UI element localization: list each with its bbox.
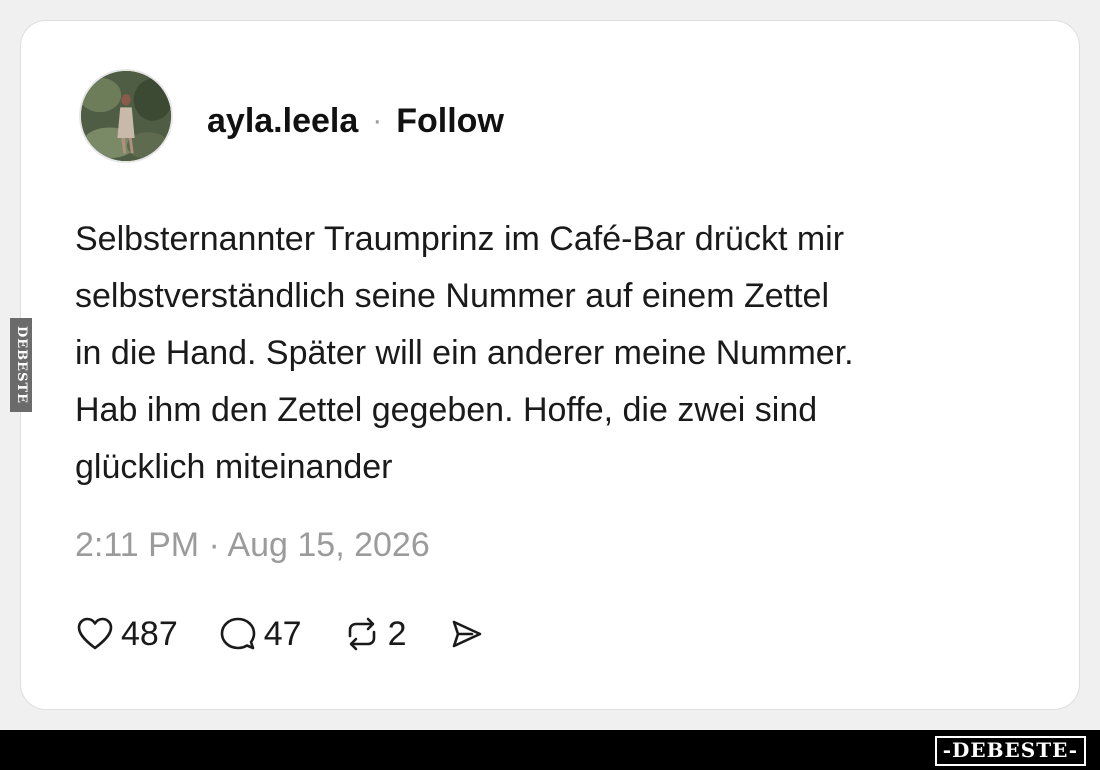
heart-icon bbox=[77, 617, 113, 650]
post-body: Selbsternannter Traumprinz im Café-Bar d… bbox=[75, 220, 854, 486]
bottom-bar: -DEBESTE- bbox=[0, 730, 1100, 770]
repost-icon bbox=[348, 617, 375, 651]
action-bar: 487 47 2 bbox=[75, 611, 526, 657]
post-card: ayla.leela · Follow Selbsternannter Trau… bbox=[20, 20, 1080, 710]
watermark-logo: -DEBESTE- bbox=[934, 736, 1086, 766]
repost-button[interactable]: 2 bbox=[342, 614, 407, 654]
like-count: 487 bbox=[121, 614, 178, 653]
post-timestamp: 2:11 PM · Aug 15, 2026 bbox=[75, 526, 430, 564]
share-button[interactable] bbox=[446, 614, 486, 654]
side-watermark: DEBESTE bbox=[10, 318, 32, 412]
repost-count: 2 bbox=[387, 614, 407, 653]
reply-button[interactable]: 47 bbox=[218, 614, 302, 654]
follow-button[interactable]: Follow bbox=[396, 102, 504, 141]
like-button[interactable]: 487 bbox=[75, 614, 178, 654]
username[interactable]: ayla.leela bbox=[207, 102, 358, 141]
post-header: ayla.leela · Follow bbox=[207, 101, 504, 141]
share-send-icon bbox=[453, 620, 482, 648]
avatar[interactable] bbox=[79, 69, 173, 163]
reply-count: 47 bbox=[263, 614, 302, 653]
header-separator: · bbox=[372, 104, 383, 137]
reply-bubble-icon bbox=[220, 617, 256, 650]
avatar-photo bbox=[81, 71, 171, 161]
